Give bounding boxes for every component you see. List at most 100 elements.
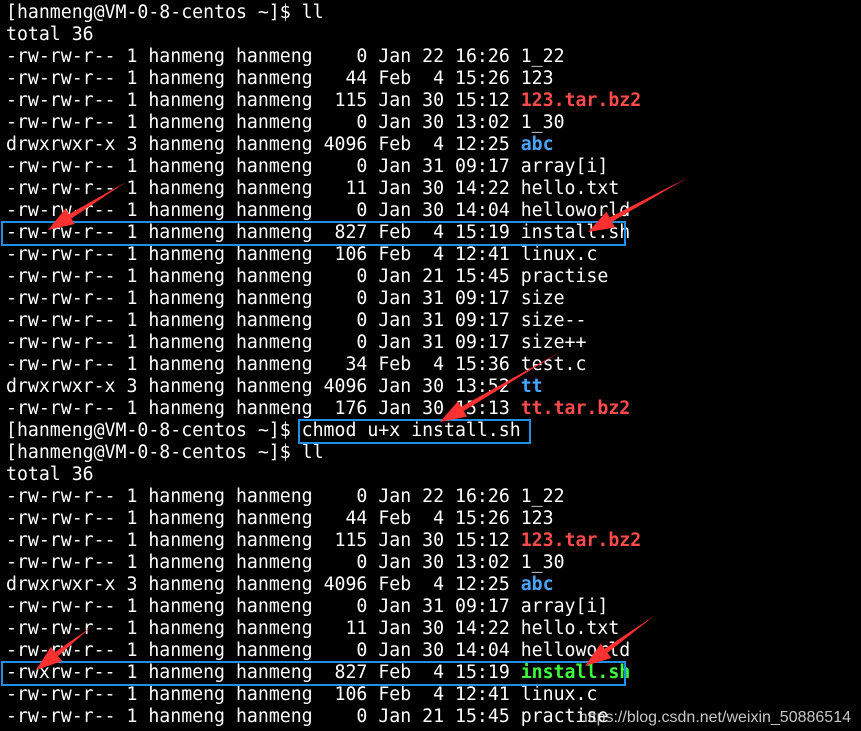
file-group: hanmeng [235, 46, 313, 67]
file-listing-row: -rwxrw-r-- 1 hanmeng hanmeng 827 Feb 4 1… [6, 662, 861, 684]
file-group: hanmeng [235, 530, 313, 551]
file-name: 1_22 [520, 46, 565, 67]
file-owner: hanmeng [148, 178, 226, 199]
file-links: 1 [126, 596, 138, 617]
file-links: 1 [126, 178, 138, 199]
file-links: 1 [126, 266, 138, 287]
file-time: 16:26 [455, 46, 510, 67]
file-links: 1 [126, 508, 138, 529]
file-size: 115 [323, 530, 368, 551]
file-time: 09:17 [455, 332, 510, 353]
file-day: 31 [422, 310, 445, 331]
file-links: 1 [126, 640, 138, 661]
shell-command: ll [301, 2, 324, 23]
file-listing-row: -rw-rw-r-- 1 hanmeng hanmeng 0 Jan 31 09… [6, 288, 861, 310]
file-name: hello.txt [520, 178, 620, 199]
file-time: 12:25 [455, 134, 510, 155]
prompt-line: [hanmeng@VM-0-8-centos ~]$ chmod u+x ins… [6, 420, 861, 442]
file-permissions: -rw-rw-r-- [6, 332, 116, 353]
file-day: 30 [422, 200, 445, 221]
file-size: 0 [323, 332, 368, 353]
file-time: 15:45 [455, 706, 510, 727]
file-time: 09:17 [455, 596, 510, 617]
file-group: hanmeng [235, 134, 313, 155]
file-day: 4 [422, 354, 445, 375]
file-size: 0 [323, 640, 368, 661]
file-group: hanmeng [235, 684, 313, 705]
file-size: 0 [323, 486, 368, 507]
file-listing-row: -rw-rw-r-- 1 hanmeng hanmeng 115 Jan 30 … [6, 90, 861, 112]
file-size: 4096 [323, 574, 368, 595]
file-day: 4 [422, 68, 445, 89]
file-listing-row: -rw-rw-r-- 1 hanmeng hanmeng 0 Jan 31 09… [6, 156, 861, 178]
file-listing-row: -rw-rw-r-- 1 hanmeng hanmeng 0 Jan 31 09… [6, 332, 861, 354]
file-month: Jan [378, 200, 412, 221]
file-month: Jan [378, 332, 412, 353]
file-group: hanmeng [235, 596, 313, 617]
file-group: hanmeng [235, 112, 313, 133]
file-day: 30 [422, 376, 445, 397]
file-permissions: drwxrwxr-x [6, 376, 116, 397]
file-size: 0 [323, 596, 368, 617]
file-owner: hanmeng [148, 376, 226, 397]
file-size: 176 [323, 398, 368, 419]
file-group: hanmeng [235, 486, 313, 507]
file-links: 1 [126, 618, 138, 639]
file-group: hanmeng [235, 90, 313, 111]
file-day: 31 [422, 332, 445, 353]
file-name: install.sh [520, 662, 631, 683]
file-month: Feb [378, 68, 412, 89]
file-size: 0 [323, 200, 368, 221]
file-permissions: -rw-rw-r-- [6, 486, 116, 507]
file-name: test.c [520, 354, 587, 375]
file-name: 123 [520, 68, 554, 89]
file-name: 123 [520, 508, 554, 529]
file-name: abc [520, 134, 554, 155]
file-group: hanmeng [235, 200, 313, 221]
file-size: 0 [323, 266, 368, 287]
file-listing-row: -rw-rw-r-- 1 hanmeng hanmeng 0 Jan 30 13… [6, 112, 861, 134]
file-day: 30 [422, 552, 445, 573]
file-permissions: -rw-rw-r-- [6, 178, 116, 199]
file-owner: hanmeng [148, 200, 226, 221]
watermark: https://blog.csdn.net/weixin_50886514 [578, 709, 851, 726]
file-links: 1 [126, 222, 138, 243]
file-name: array[i] [520, 156, 609, 177]
file-month: Feb [378, 134, 412, 155]
file-listing-row: -rw-rw-r-- 1 hanmeng hanmeng 11 Jan 30 1… [6, 178, 861, 200]
file-month: Jan [378, 376, 412, 397]
file-permissions: -rw-rw-r-- [6, 310, 116, 331]
file-name: helloworld [520, 200, 631, 221]
file-links: 1 [126, 200, 138, 221]
file-group: hanmeng [235, 376, 313, 397]
file-month: Jan [378, 596, 412, 617]
file-permissions: -rw-rw-r-- [6, 706, 116, 727]
file-group: hanmeng [235, 354, 313, 375]
file-time: 15:36 [455, 354, 510, 375]
file-group: hanmeng [235, 706, 313, 727]
file-listing-row: -rw-rw-r-- 1 hanmeng hanmeng 106 Feb 4 1… [6, 684, 861, 706]
file-links: 1 [126, 68, 138, 89]
file-name: tt.tar.bz2 [520, 398, 631, 419]
file-permissions: -rw-rw-r-- [6, 552, 116, 573]
file-permissions: -rw-rw-r-- [6, 90, 116, 111]
file-listing-row: -rw-rw-r-- 1 hanmeng hanmeng 0 Jan 30 13… [6, 552, 861, 574]
file-owner: hanmeng [148, 398, 226, 419]
file-permissions: -rw-rw-r-- [6, 398, 116, 419]
output-line: total 36 [6, 24, 861, 46]
file-month: Jan [378, 530, 412, 551]
file-listing-row: -rw-rw-r-- 1 hanmeng hanmeng 0 Jan 31 09… [6, 596, 861, 618]
file-links: 1 [126, 662, 138, 683]
file-links: 3 [126, 134, 138, 155]
file-month: Jan [378, 706, 412, 727]
file-links: 3 [126, 376, 138, 397]
file-owner: hanmeng [148, 508, 226, 529]
file-listing-row: -rw-rw-r-- 1 hanmeng hanmeng 0 Jan 22 16… [6, 46, 861, 68]
file-group: hanmeng [235, 662, 313, 683]
file-name: size-- [520, 310, 587, 331]
file-links: 1 [126, 288, 138, 309]
file-time: 15:13 [455, 398, 510, 419]
file-permissions: -rw-rw-r-- [6, 618, 116, 639]
file-listing-row: drwxrwxr-x 3 hanmeng hanmeng 4096 Jan 30… [6, 376, 861, 398]
file-time: 15:19 [455, 662, 510, 683]
